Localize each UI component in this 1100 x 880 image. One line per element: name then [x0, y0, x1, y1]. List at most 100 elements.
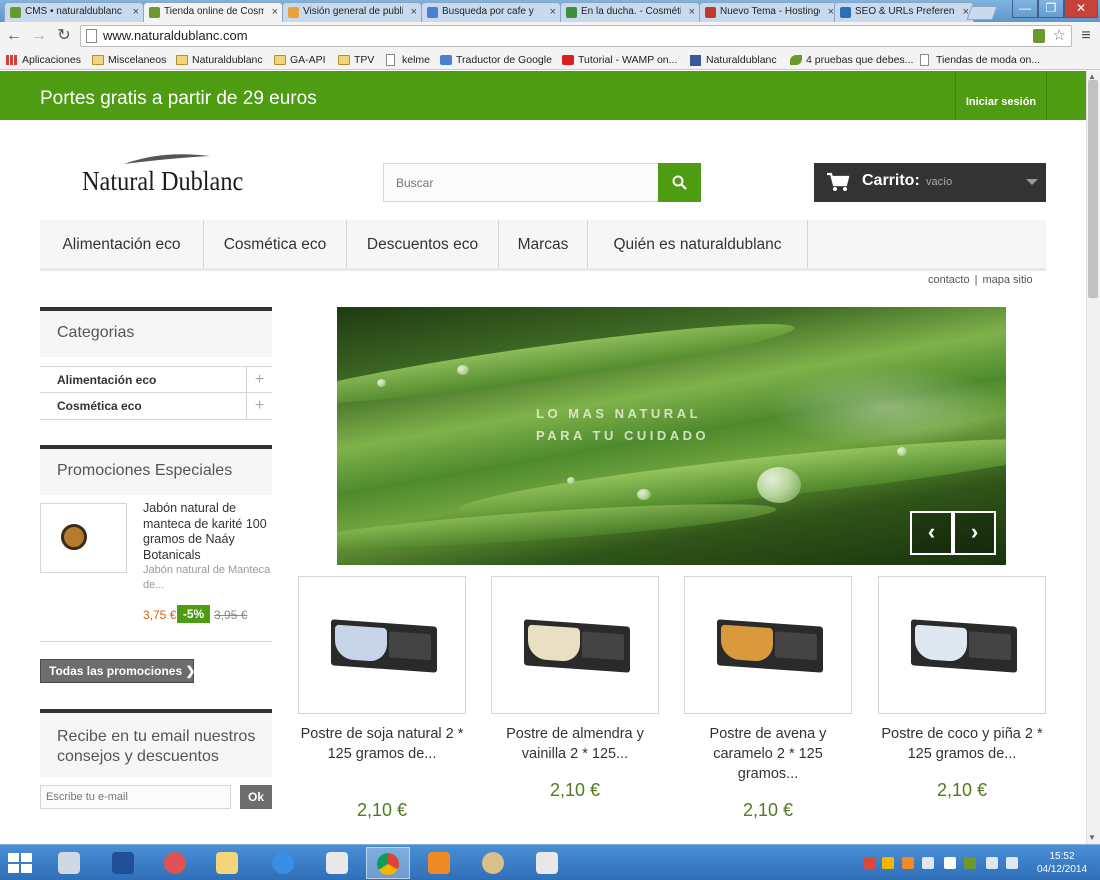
sitemap-link[interactable]: mapa sitio — [982, 274, 1032, 286]
windows-taskbar: 15:52 04/12/2014 — [0, 844, 1100, 880]
signal-icon[interactable] — [922, 857, 934, 869]
tab-publicidad[interactable]: Visión general de publicidad × — [282, 2, 422, 22]
category-cosmetica[interactable]: Cosmética eco + — [40, 393, 272, 420]
bookmark-tutorial-wamp[interactable]: Tutorial - WAMP on... — [562, 53, 677, 68]
folder-icon — [338, 55, 350, 65]
site-logo[interactable]: Natural Dublanc — [82, 152, 262, 200]
bookmark-tpv[interactable]: TPV — [338, 53, 374, 68]
bookmark-tiendas-moda[interactable]: Tiendas de moda on... — [920, 53, 1040, 68]
product-image[interactable] — [298, 576, 466, 714]
category-alimentacion[interactable]: Alimentación eco + — [40, 366, 272, 393]
expand-plus-icon[interactable]: + — [246, 393, 272, 419]
cart-label: Carrito: — [862, 172, 920, 189]
categories-title: Categorias — [40, 307, 272, 357]
system-clock[interactable]: 15:52 04/12/2014 — [1031, 850, 1093, 876]
bookmark-4-pruebas[interactable]: 4 pruebas que debes... — [790, 53, 913, 68]
product-image[interactable] — [491, 576, 659, 714]
volume-icon[interactable] — [1006, 857, 1018, 869]
menu-descuentos[interactable]: Descuentos eco — [347, 220, 499, 268]
bookmark-traductor[interactable]: Traductor de Google — [440, 53, 552, 68]
bookmark-label: Traductor de Google — [456, 54, 552, 66]
close-tab-icon[interactable]: × — [411, 3, 417, 21]
search-input[interactable] — [383, 163, 659, 202]
promo-product-name[interactable]: Jabón natural de manteca de karité 100 g… — [143, 501, 273, 563]
all-promotions-button[interactable]: Todas las promociones ❯ — [40, 659, 196, 683]
tab-title: CMS • naturaldublanc — [25, 6, 122, 17]
chrome-menu-icon[interactable]: ≡ — [1078, 27, 1094, 45]
paint-icon[interactable] — [154, 847, 198, 879]
bookmark-ga-api[interactable]: GA-API — [274, 53, 326, 68]
close-tab-icon[interactable]: × — [133, 3, 139, 21]
tab-busqueda[interactable]: Busqueda por cafe y × — [421, 2, 561, 22]
flag-icon[interactable] — [944, 857, 956, 869]
reload-button[interactable]: ↻ — [54, 26, 74, 46]
product-name[interactable]: Postre de coco y piña 2 * 125 gramos de.… — [878, 724, 1046, 764]
scroll-down-arrow-icon[interactable]: ▼ — [1088, 833, 1096, 842]
product-image[interactable] — [684, 576, 852, 714]
menu-alimentacion[interactable]: Alimentación eco — [40, 220, 204, 268]
login-link[interactable]: Iniciar sesión — [955, 71, 1047, 120]
tab-cms[interactable]: CMS • naturaldublanc × — [4, 2, 144, 22]
page-icon — [386, 54, 395, 66]
page-icon — [86, 29, 97, 43]
close-window-button[interactable]: ✕ — [1064, 0, 1098, 18]
product-name[interactable]: Postre de soja natural 2 * 125 gramos de… — [298, 724, 466, 764]
bookmark-apps[interactable]: Aplicaciones — [6, 53, 81, 68]
tab-hostinger[interactable]: Nuevo Tema - Hostinger × — [699, 2, 839, 22]
bookmark-naturaldublanc-facebook[interactable]: Naturaldublanc — [690, 53, 777, 68]
tray-app-icon[interactable] — [902, 857, 914, 869]
slider-next-button[interactable]: › — [953, 511, 996, 555]
new-tab-button[interactable] — [966, 6, 998, 20]
newsletter-email-input[interactable] — [40, 785, 231, 809]
contact-link[interactable]: contacto — [928, 274, 970, 286]
free-shipping-text: Portes gratis a partir de 29 euros — [40, 88, 317, 109]
menu-marcas[interactable]: Marcas — [499, 220, 588, 268]
promo-product-image[interactable] — [40, 503, 127, 573]
extension-leaf-icon[interactable] — [1033, 29, 1045, 43]
product-name[interactable]: Postre de avena y caramelo 2 * 125 gramo… — [684, 724, 852, 784]
close-tab-icon[interactable]: × — [550, 3, 556, 21]
cart-button[interactable]: Carrito: vacío — [814, 163, 1046, 202]
expand-plus-icon[interactable]: + — [246, 367, 272, 393]
bookmark-kelme[interactable]: kelme — [386, 53, 430, 68]
powershell-icon[interactable] — [102, 847, 146, 879]
tray-app-icon[interactable] — [864, 857, 876, 869]
tab-seo[interactable]: SEO & URLs Preferencias × — [834, 2, 974, 22]
tab-ducha[interactable]: En la ducha. - Cosmética × — [560, 2, 700, 22]
forward-button[interactable]: → — [29, 26, 49, 46]
scrollbar-thumb[interactable] — [1088, 80, 1098, 298]
file-manager-icon[interactable] — [48, 847, 92, 879]
tab-title: Nuevo Tema - Hostinger — [720, 6, 820, 17]
maximize-button[interactable]: ❐ — [1038, 0, 1064, 18]
product-image[interactable] — [878, 576, 1046, 714]
network-icon[interactable] — [986, 857, 998, 869]
address-bar[interactable]: www.naturaldublanc.com ☆ — [80, 25, 1072, 47]
menu-quien-es[interactable]: Quién es naturaldublanc — [588, 220, 808, 268]
close-tab-icon[interactable]: × — [689, 3, 695, 21]
scroll-up-arrow-icon[interactable]: ▲ — [1088, 72, 1096, 81]
back-button[interactable]: ← — [4, 26, 24, 46]
rocket-icon[interactable] — [526, 847, 570, 879]
outlook-icon[interactable] — [418, 847, 462, 879]
tab-tienda[interactable]: Tienda online de Cosmética × — [143, 2, 283, 23]
specials-title: Promociones Especiales — [40, 445, 272, 495]
menu-cosmetica[interactable]: Cosmética eco — [204, 220, 347, 268]
tray-app-icon[interactable] — [964, 857, 976, 869]
newsletter-submit-button[interactable]: Ok — [240, 785, 272, 809]
chrome-icon[interactable] — [366, 847, 410, 879]
search-button[interactable] — [658, 163, 701, 202]
product-price: 2,10 € — [549, 780, 601, 800]
bookmark-star-icon[interactable]: ☆ — [1053, 26, 1066, 46]
bookmark-naturaldublanc-folder[interactable]: Naturaldublanc — [176, 53, 263, 68]
bookmark-miscelaneos[interactable]: Miscelaneos — [92, 53, 166, 68]
folder-icon[interactable] — [206, 847, 250, 879]
close-tab-icon[interactable]: × — [272, 3, 278, 21]
internet-explorer-icon[interactable] — [262, 847, 306, 879]
slider-prev-button[interactable]: ‹ — [910, 511, 953, 555]
product-name[interactable]: Postre de almendra y vainilla 2 * 125... — [491, 724, 659, 764]
start-button[interactable] — [8, 853, 32, 873]
minimize-button[interactable]: — — [1012, 0, 1038, 18]
tray-app-icon[interactable] — [882, 857, 894, 869]
rocket-icon[interactable] — [316, 847, 360, 879]
palette-icon[interactable] — [472, 847, 516, 879]
